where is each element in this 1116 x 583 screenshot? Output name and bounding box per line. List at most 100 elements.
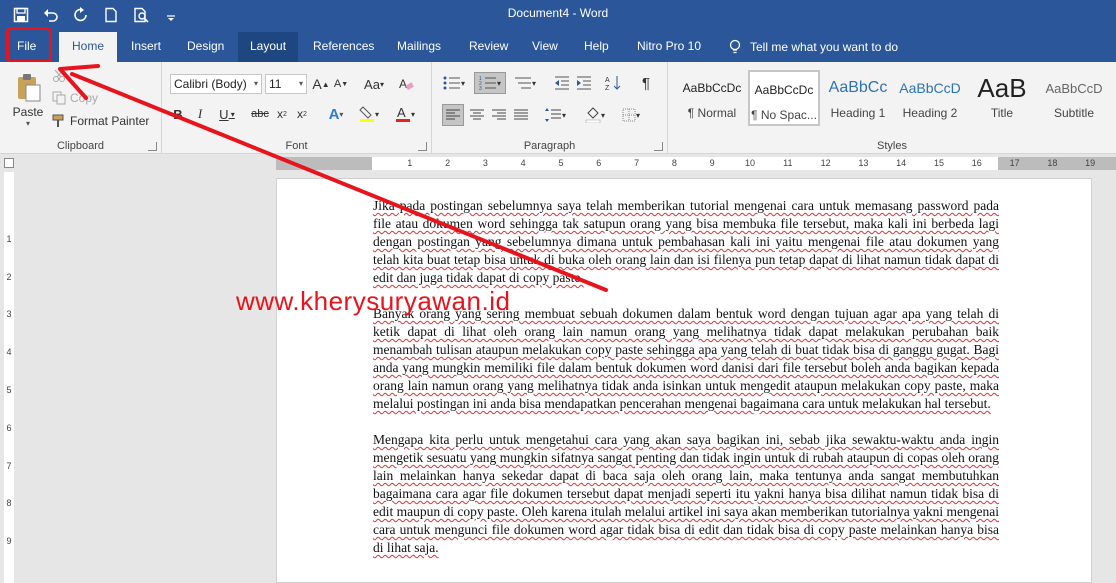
svg-text:A: A [397, 105, 406, 120]
justify-icon[interactable] [510, 104, 532, 126]
document-page[interactable]: Jika pada postingan sebelumnya saya tela… [276, 178, 1092, 583]
document-paragraph-1[interactable]: Jika pada postingan sebelumnya saya tela… [373, 197, 999, 287]
font-color-icon[interactable]: A ▾ [392, 104, 418, 124]
shrink-font-icon[interactable]: A ▼ [332, 74, 350, 94]
style-heading-2[interactable]: AaBbCcD Heading 2 [894, 70, 966, 126]
tab-mailings[interactable]: Mailings [385, 32, 453, 62]
decrease-indent-icon[interactable] [552, 72, 572, 94]
style-heading-1-name: Heading 1 [830, 106, 886, 120]
ruler-number: 9 [709, 158, 715, 168]
show-formatting-marks-icon[interactable]: ¶ [636, 72, 656, 94]
clear-formatting-icon[interactable]: A [396, 74, 416, 94]
style-title-name: Title [990, 106, 1014, 120]
clipboard-icon [18, 73, 41, 101]
file-tab-highlight [6, 27, 52, 63]
superscript-icon[interactable]: x2 [294, 104, 310, 124]
tab-selector-icon[interactable] [4, 158, 14, 168]
multilevel-list-icon[interactable]: ▾ [510, 72, 540, 94]
font-size-value: 11 [269, 77, 282, 91]
numbering-icon[interactable]: 1 2 3 ▾ [474, 72, 506, 94]
vertical-ruler-number: 7 [6, 460, 12, 471]
clipboard-group: Paste ▾ Copy Format Painter Clipboard [0, 62, 162, 154]
ruler-number: 8 [671, 158, 677, 168]
tell-me-search[interactable]: Tell me what you want to do [728, 32, 898, 62]
style-heading-1[interactable]: AaBbCc Heading 1 [822, 70, 894, 126]
vertical-ruler-number: 1 [6, 233, 12, 244]
change-case-icon[interactable]: Aa ▾ [360, 74, 388, 94]
clipboard-group-label: Clipboard [56, 140, 105, 152]
tab-insert[interactable]: Insert [119, 32, 173, 62]
format-painter-button[interactable]: Format Painter [52, 112, 149, 130]
horizontal-ruler[interactable]: 1 2 3 4 5 6 7 8 9 10 11 12 13 14 15 16 17 18 19 [276, 157, 1116, 170]
style-subtitle-sample: AaBbCcD [1045, 80, 1103, 96]
style-subtitle[interactable]: AaBbCcD Subtitle [1038, 70, 1110, 126]
style-no-spacing-name: ¶ No Spac... [751, 108, 817, 122]
bold-icon[interactable]: B [170, 104, 186, 124]
vertical-ruler-number: 8 [6, 498, 12, 509]
font-launcher-icon[interactable] [418, 142, 427, 151]
document-paragraph-2[interactable]: Banyak orang yang sering membuat sebuah … [373, 305, 999, 413]
strikethrough-icon[interactable]: abc [250, 104, 270, 124]
document-title: Document4 - Word [507, 6, 609, 20]
subscript-icon[interactable]: x2 [274, 104, 290, 124]
font-size-combo[interactable]: 11 ▾ [265, 74, 307, 94]
tab-help[interactable]: Help [572, 32, 621, 62]
tab-nitro-pro[interactable]: Nitro Pro 10 [625, 32, 713, 62]
styles-group-label: Styles [877, 140, 907, 152]
font-name-dropdown-icon: ▾ [253, 79, 258, 88]
ruler-number: 17 [1009, 158, 1020, 168]
paragraph-group: ▾ 1 2 3 ▾ ▾ AZ ¶ ▾ ▾ ▾ Paragraph [432, 62, 668, 154]
horizontal-ruler-row: 1 2 3 4 5 6 7 8 9 10 11 12 13 14 15 16 17 18 19 [0, 154, 1116, 172]
svg-text:3: 3 [479, 86, 482, 91]
underline-icon[interactable]: U ▾ [214, 104, 240, 124]
style-no-spacing[interactable]: AaBbCcDc ¶ No Spac... [748, 70, 820, 126]
paragraph-launcher-icon[interactable] [654, 142, 663, 151]
tab-design[interactable]: Design [175, 32, 236, 62]
copy-button[interactable]: Copy [52, 90, 98, 106]
sort-icon[interactable]: AZ [602, 72, 624, 94]
ruler-number: 7 [634, 158, 640, 168]
borders-icon[interactable]: ▾ [616, 104, 646, 126]
document-body[interactable]: Jika pada postingan sebelumnya saya tela… [373, 197, 999, 575]
ruler-number: 16 [971, 158, 982, 168]
style-normal-sample: AaBbCcDc [682, 81, 742, 95]
ruler-number: 1 [407, 158, 413, 168]
svg-text:Z: Z [605, 85, 610, 91]
ribbon: Paste ▾ Copy Format Painter Clipboard Ca… [0, 62, 1116, 154]
ruler-number: 6 [596, 158, 602, 168]
style-normal[interactable]: AaBbCcDc ¶ Normal [676, 70, 748, 126]
vertical-ruler-number: 3 [6, 309, 12, 320]
font-group-label: Font [285, 140, 308, 152]
increase-indent-icon[interactable] [574, 72, 594, 94]
align-right-icon[interactable] [488, 104, 510, 126]
font-name-combo[interactable]: Calibri (Body) ▾ [170, 74, 262, 94]
paste-label: Paste [12, 104, 44, 119]
ruler-number: 3 [482, 158, 488, 168]
ruler-number: 14 [896, 158, 907, 168]
tab-view[interactable]: View [520, 32, 570, 62]
document-paragraph-3[interactable]: Mengapa kita perlu untuk mengetahui cara… [373, 431, 999, 557]
line-spacing-icon[interactable]: ▾ [540, 104, 570, 126]
style-no-spacing-sample: AaBbCcDc [754, 83, 814, 97]
style-title[interactable]: AaB Title [966, 70, 1038, 126]
align-left-icon[interactable] [442, 104, 464, 126]
vertical-ruler: 1 2 3 4 5 6 7 8 9 [0, 172, 18, 583]
highlight-color-icon[interactable]: ▾ [356, 104, 382, 124]
cut-button[interactable] [52, 68, 66, 84]
shading-icon[interactable]: ▾ [580, 104, 610, 126]
grow-font-icon[interactable]: A ▲ [312, 74, 330, 94]
clipboard-launcher-icon[interactable] [148, 142, 157, 151]
tab-references[interactable]: References [301, 32, 386, 62]
bullets-icon[interactable]: ▾ [440, 72, 468, 94]
tell-me-text: Tell me what you want to do [750, 40, 899, 54]
tab-layout[interactable]: Layout [238, 32, 299, 62]
tab-review[interactable]: Review [457, 32, 520, 62]
text-effects-icon[interactable]: A ▾ [324, 104, 348, 124]
paste-button[interactable]: Paste ▾ [8, 68, 48, 132]
vertical-ruler-number: 2 [6, 271, 12, 282]
tab-home[interactable]: Home [59, 32, 117, 62]
style-title-sample: AaB [977, 72, 1027, 103]
lightbulb-icon [729, 39, 741, 54]
align-center-icon[interactable] [466, 104, 488, 126]
italic-icon[interactable]: I [192, 104, 208, 124]
